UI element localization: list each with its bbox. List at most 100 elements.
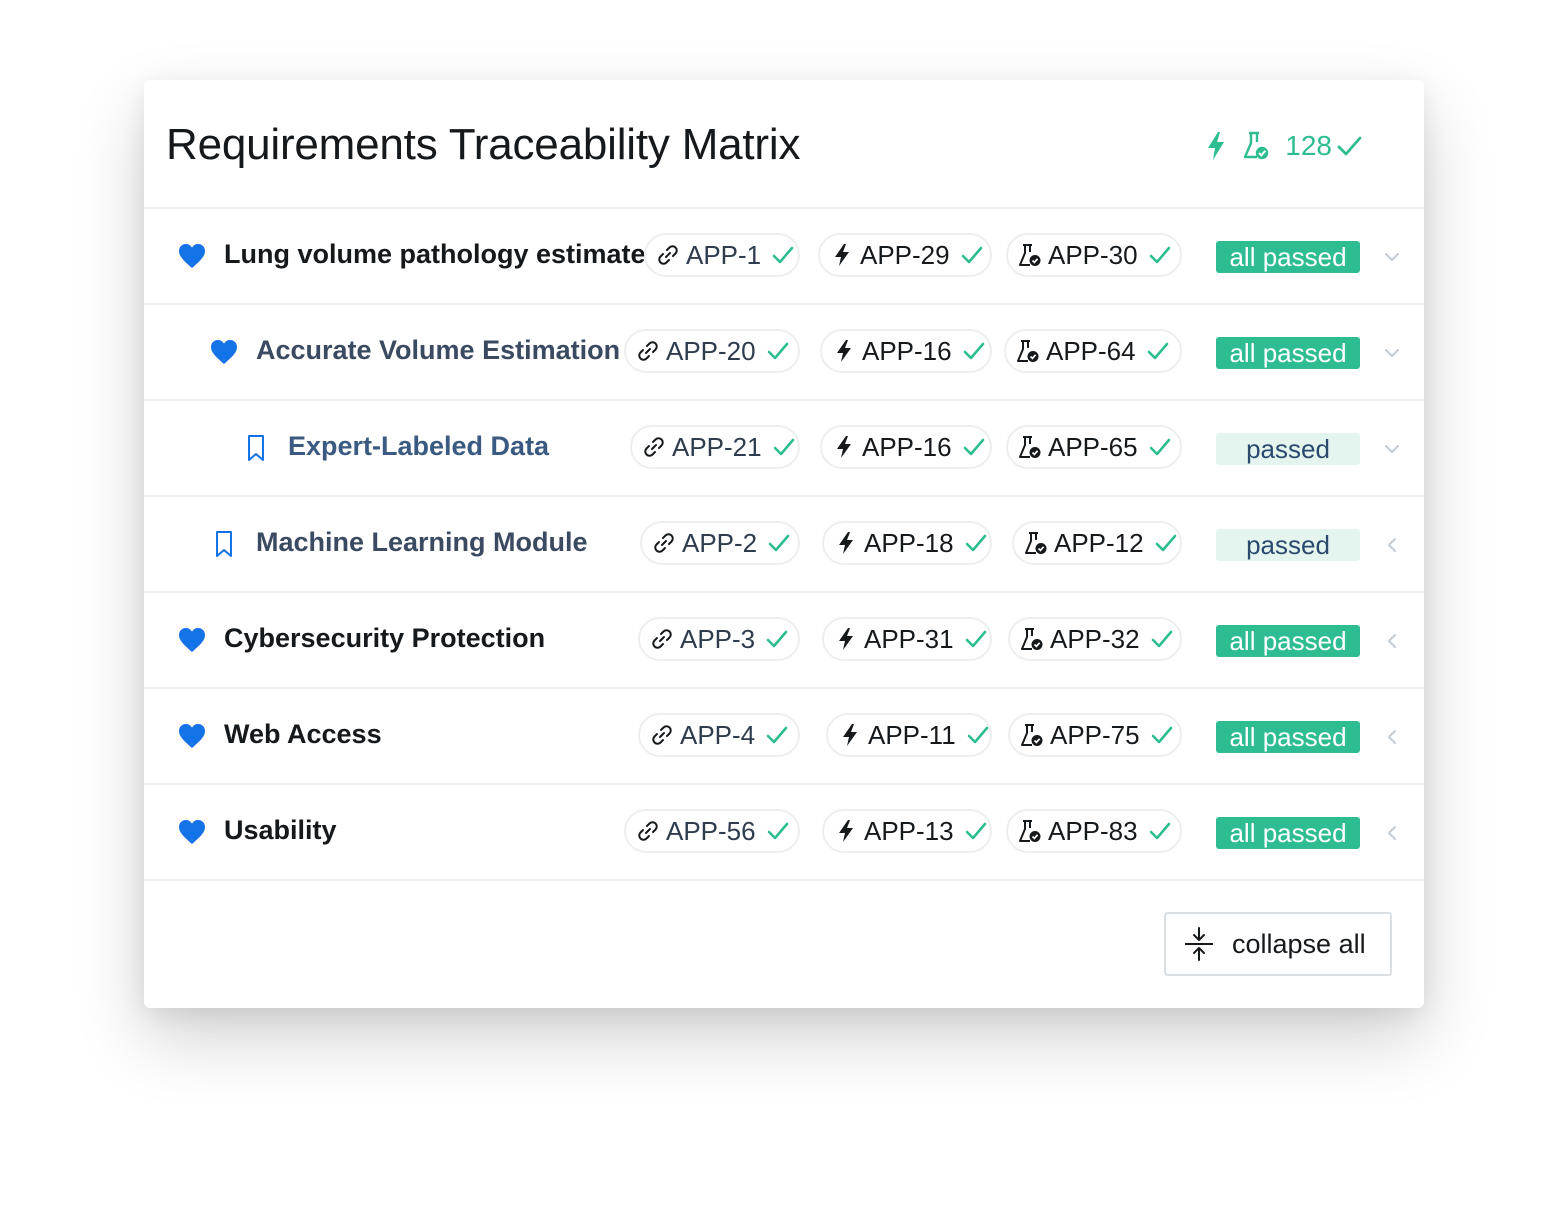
test-link-chip[interactable]: APP-32	[1008, 617, 1182, 661]
chevron-down-icon[interactable]	[1380, 245, 1404, 269]
requirement-label[interactable]: Machine Learning Module	[256, 527, 588, 558]
link-icon	[636, 338, 660, 364]
chevron-down-icon[interactable]	[1380, 341, 1404, 365]
status-badge: passed	[1216, 529, 1360, 561]
risk-link-chip[interactable]: APP-11	[826, 713, 992, 757]
test-link-chip[interactable]: APP-83	[1006, 809, 1182, 853]
bookmark-icon	[210, 530, 238, 558]
requirement-label[interactable]: Expert-Labeled Data	[288, 431, 549, 462]
chevron-left-icon[interactable]	[1380, 533, 1404, 557]
requirement-link-chip[interactable]: APP-20	[624, 329, 800, 373]
status-badge: all passed	[1216, 241, 1360, 273]
test-link-chip[interactable]: APP-12	[1012, 521, 1182, 565]
check-icon	[964, 531, 988, 555]
check-icon	[966, 723, 990, 747]
check-icon	[1148, 435, 1172, 459]
link-icon	[650, 722, 674, 748]
item-id: APP-16	[862, 431, 952, 462]
check-icon	[1150, 627, 1174, 651]
test-link-chip[interactable]: APP-65	[1006, 425, 1182, 469]
item-id: APP-4	[680, 719, 756, 750]
flask-check-icon	[1018, 818, 1042, 844]
item-id: APP-21	[672, 431, 762, 462]
check-icon	[765, 627, 789, 651]
requirement-label[interactable]: Web Access	[224, 719, 382, 750]
check-icon	[772, 435, 796, 459]
requirement-link-chip[interactable]: APP-3	[638, 617, 800, 661]
test-summary: 128	[1203, 126, 1362, 166]
item-id: APP-18	[864, 527, 954, 558]
risk-link-chip[interactable]: APP-13	[822, 809, 992, 853]
requirement-label[interactable]: Usability	[224, 815, 337, 846]
requirement-link-chip[interactable]: APP-2	[640, 521, 800, 565]
flask-check-icon	[1018, 434, 1042, 460]
status-badge: all passed	[1216, 337, 1360, 369]
requirement-link-chip[interactable]: APP-1	[644, 233, 800, 277]
status-badge: passed	[1216, 433, 1360, 465]
link-icon	[650, 626, 674, 652]
check-icon	[962, 435, 986, 459]
page-title: Requirements Traceability Matrix	[166, 120, 801, 169]
requirement-row[interactable]: Cybersecurity Protection APP-3 APP-31 APP-3…	[144, 593, 1424, 689]
bookmark-icon	[242, 434, 270, 462]
requirement-row[interactable]: Accurate Volume Estimation APP-20 APP-16 AP…	[144, 305, 1424, 401]
test-link-chip[interactable]: APP-64	[1004, 329, 1182, 373]
item-id: APP-65	[1048, 431, 1138, 462]
risk-link-chip[interactable]: APP-16	[820, 329, 992, 373]
requirement-row[interactable]: Web Access APP-4 APP-11 APP-75 all passed	[144, 689, 1424, 785]
flask-check-icon	[1016, 338, 1040, 364]
check-icon	[964, 627, 988, 651]
check-icon	[964, 819, 988, 843]
bolt-icon	[838, 722, 862, 748]
link-icon	[656, 242, 680, 268]
item-id: APP-2	[682, 527, 758, 558]
check-icon	[1148, 243, 1172, 267]
heart-icon	[210, 338, 238, 366]
bolt-icon	[834, 530, 858, 556]
requirement-label[interactable]: Accurate Volume Estimation	[256, 335, 620, 366]
heart-icon	[178, 242, 206, 270]
requirement-row[interactable]: Usability APP-56 APP-13 APP-83 all passed	[144, 785, 1424, 881]
chevron-left-icon[interactable]	[1380, 725, 1404, 749]
collapse-all-button[interactable]: collapse all	[1164, 912, 1392, 976]
item-id: APP-56	[666, 815, 756, 846]
item-id: APP-31	[864, 623, 954, 654]
chevron-left-icon[interactable]	[1380, 821, 1404, 845]
bolt-icon	[832, 338, 856, 364]
bolt-icon	[832, 434, 856, 460]
requirement-link-chip[interactable]: APP-4	[638, 713, 800, 757]
risk-link-chip[interactable]: APP-18	[822, 521, 992, 565]
collapse-all-label: collapse all	[1232, 928, 1366, 959]
bolt-icon	[1203, 129, 1229, 163]
traceability-card: Requirements Traceability Matrix 128 Lun…	[144, 80, 1424, 1008]
check-icon	[1150, 723, 1174, 747]
heart-icon	[178, 722, 206, 750]
test-link-chip[interactable]: APP-75	[1008, 713, 1182, 757]
requirement-row[interactable]: Machine Learning Module APP-2 APP-18 APP-12…	[144, 497, 1424, 593]
requirement-label[interactable]: Lung volume pathology estimates	[224, 239, 661, 270]
check-icon	[1146, 339, 1170, 363]
item-id: APP-16	[862, 335, 952, 366]
risk-link-chip[interactable]: APP-29	[818, 233, 992, 277]
item-id: APP-12	[1054, 527, 1144, 558]
risk-link-chip[interactable]: APP-31	[822, 617, 992, 661]
requirement-label[interactable]: Cybersecurity Protection	[224, 623, 545, 654]
chevron-left-icon[interactable]	[1380, 629, 1404, 653]
status-badge: all passed	[1216, 625, 1360, 657]
flask-check-icon	[1243, 129, 1269, 163]
flask-check-icon	[1020, 722, 1044, 748]
check-icon	[1148, 819, 1172, 843]
check-icon	[1154, 531, 1178, 555]
item-id: APP-64	[1046, 335, 1136, 366]
test-link-chip[interactable]: APP-30	[1006, 233, 1182, 277]
risk-link-chip[interactable]: APP-16	[820, 425, 992, 469]
requirement-link-chip[interactable]: APP-21	[630, 425, 800, 469]
heart-icon	[178, 818, 206, 846]
chevron-down-icon[interactable]	[1380, 437, 1404, 461]
check-icon	[960, 243, 984, 267]
link-icon	[642, 434, 666, 460]
requirement-row[interactable]: Expert-Labeled Data APP-21 APP-16 APP-65 pas…	[144, 401, 1424, 497]
requirement-link-chip[interactable]: APP-56	[624, 809, 800, 853]
item-id: APP-20	[666, 335, 756, 366]
requirement-row[interactable]: Lung volume pathology estimates APP-1 APP-…	[144, 209, 1424, 305]
